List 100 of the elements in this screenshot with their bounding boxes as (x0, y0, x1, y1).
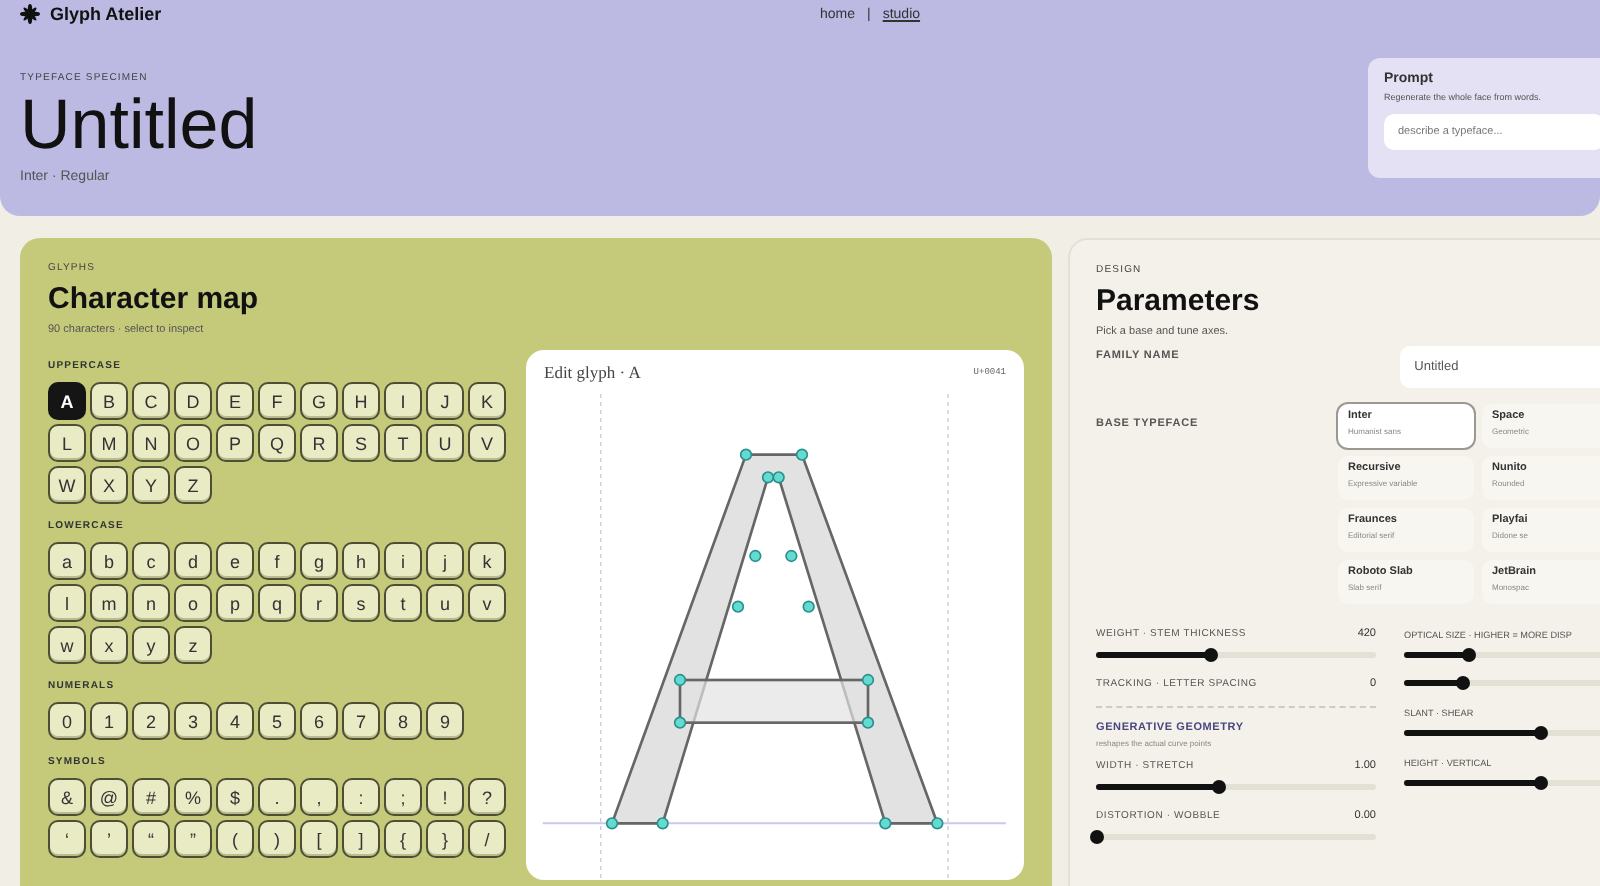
axis-slider[interactable] (1096, 648, 1376, 662)
glyph-key[interactable]: k (468, 542, 506, 580)
glyph-key[interactable]: w (48, 626, 86, 664)
glyph-key[interactable]: F (258, 382, 296, 420)
glyph-key[interactable]: N (132, 424, 170, 462)
glyph-key[interactable]: , (300, 778, 338, 816)
control-point[interactable] (731, 600, 745, 613)
glyph-key[interactable]: l (48, 584, 86, 622)
glyph-key[interactable]: “ (132, 820, 170, 858)
glyph-key[interactable]: o (174, 584, 212, 622)
glyph-key[interactable]: z (174, 626, 212, 664)
glyph-key[interactable]: L (48, 424, 86, 462)
glyph-key[interactable]: @ (90, 778, 128, 816)
control-point[interactable] (802, 600, 815, 613)
glyph-key[interactable]: 8 (384, 702, 422, 740)
glyph-key[interactable]: d (174, 542, 212, 580)
glyph-key[interactable]: S (342, 424, 380, 462)
glyph-key[interactable]: ” (174, 820, 212, 858)
glyph-key[interactable]: $ (216, 778, 254, 816)
glyph-key[interactable]: E (216, 382, 254, 420)
glyph-key[interactable]: ) (258, 820, 296, 858)
control-point[interactable] (673, 716, 687, 729)
glyph-key[interactable]: 0 (48, 702, 86, 740)
glyph-key[interactable]: 6 (300, 702, 338, 740)
glyph-key[interactable]: B (90, 382, 128, 420)
control-point[interactable] (772, 471, 785, 484)
glyph-key[interactable]: Q (258, 424, 296, 462)
control-point[interactable] (785, 549, 798, 563)
glyph-key[interactable]: ’ (90, 820, 128, 858)
glyph-key[interactable]: ‘ (48, 820, 86, 858)
glyph-key[interactable]: i (384, 542, 422, 580)
glyph-key[interactable]: n (132, 584, 170, 622)
glyph-key[interactable]: . (258, 778, 296, 816)
glyph-key[interactable]: 7 (342, 702, 380, 740)
glyph-key[interactable]: a (48, 542, 86, 580)
glyph-key[interactable]: c (132, 542, 170, 580)
glyph-key[interactable]: D (174, 382, 212, 420)
glyph-key[interactable]: b (90, 542, 128, 580)
control-point[interactable] (761, 471, 775, 484)
glyph-key[interactable]: e (216, 542, 254, 580)
glyph-key[interactable]: y (132, 626, 170, 664)
glyph-key[interactable]: C (132, 382, 170, 420)
control-point[interactable] (749, 549, 762, 563)
glyph-key[interactable]: G (300, 382, 338, 420)
glyph-key[interactable]: 1 (90, 702, 128, 740)
axis-slider[interactable] (1096, 830, 1376, 844)
glyph-key[interactable]: H (342, 382, 380, 420)
glyph-key[interactable]: 3 (174, 702, 212, 740)
glyph-key[interactable]: ! (426, 778, 464, 816)
glyph-key[interactable]: 2 (132, 702, 170, 740)
glyph-key[interactable]: I (384, 382, 422, 420)
glyph-key[interactable]: M (90, 424, 128, 462)
glyph-key[interactable]: r (300, 584, 338, 622)
glyph-key[interactable]: K (468, 382, 506, 420)
glyph-key[interactable]: W (48, 466, 86, 504)
glyph-key[interactable]: P (216, 424, 254, 462)
glyph-key[interactable]: q (258, 584, 296, 622)
glyph-key[interactable]: R (300, 424, 338, 462)
axis-slider[interactable] (1096, 780, 1376, 794)
glyph-key[interactable]: v (468, 584, 506, 622)
glyph-key[interactable]: [ (300, 820, 338, 858)
glyph-key[interactable]: s (342, 584, 380, 622)
glyph-key[interactable]: Z (174, 466, 212, 504)
glyph-key[interactable]: ] (342, 820, 380, 858)
glyph-key[interactable]: x (90, 626, 128, 664)
glyph-key[interactable]: : (342, 778, 380, 816)
glyph-key[interactable]: ; (384, 778, 422, 816)
glyph-key[interactable]: ? (468, 778, 506, 816)
control-point[interactable] (931, 817, 944, 830)
glyph-key[interactable]: g (300, 542, 338, 580)
glyph-key[interactable]: t (384, 584, 422, 622)
glyph-key[interactable]: V (468, 424, 506, 462)
control-point[interactable] (861, 716, 875, 729)
glyph-key[interactable]: u (426, 584, 464, 622)
glyph-key[interactable]: A (48, 382, 86, 420)
glyph-key[interactable]: 4 (216, 702, 254, 740)
glyph-key[interactable]: } (426, 820, 464, 858)
glyph-key[interactable]: % (174, 778, 212, 816)
control-point[interactable] (673, 673, 687, 687)
glyph-key[interactable]: & (48, 778, 86, 816)
control-point[interactable] (739, 448, 753, 461)
glyph-key[interactable]: j (426, 542, 464, 580)
control-point[interactable] (879, 817, 892, 830)
glyph-key[interactable]: m (90, 584, 128, 622)
control-point[interactable] (656, 817, 669, 830)
glyph-key[interactable]: # (132, 778, 170, 816)
control-point[interactable] (861, 673, 875, 687)
glyph-key[interactable]: p (216, 584, 254, 622)
glyph-key[interactable]: 5 (258, 702, 296, 740)
glyph-key[interactable]: { (384, 820, 422, 858)
glyph-key[interactable]: J (426, 382, 464, 420)
glyph-key[interactable]: 9 (426, 702, 464, 740)
glyph-key[interactable]: f (258, 542, 296, 580)
glyph-key[interactable]: / (468, 820, 506, 858)
control-point[interactable] (795, 448, 809, 461)
glyph-key[interactable]: ( (216, 820, 254, 858)
glyph-key[interactable]: U (426, 424, 464, 462)
control-point[interactable] (605, 817, 619, 830)
glyph-key[interactable]: h (342, 542, 380, 580)
glyph-key[interactable]: O (174, 424, 212, 462)
